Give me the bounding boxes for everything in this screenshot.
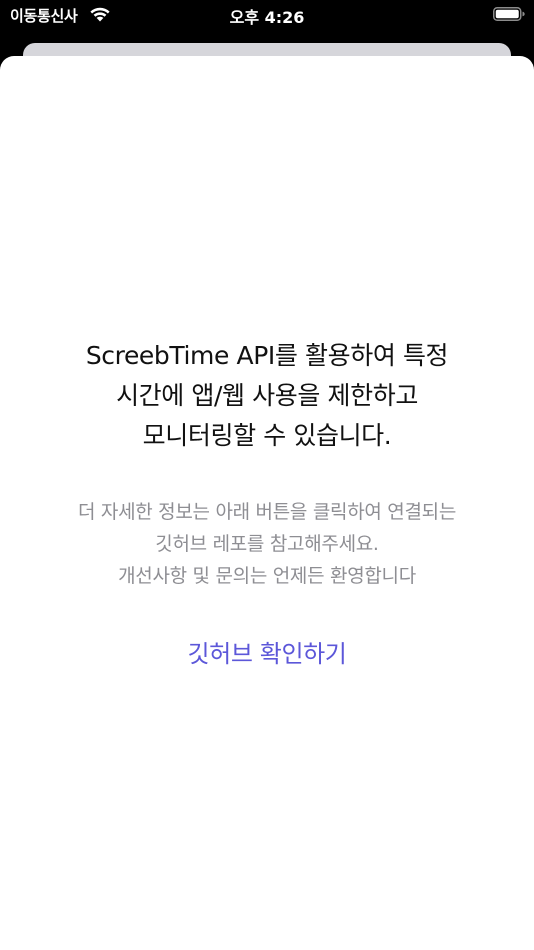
screen: 이동통신사 오후 4:26 ScreebTime API를 활용하여 특정 시간… (0, 0, 534, 950)
description-line: 깃허브 레포를 참고해주세요. (155, 533, 379, 555)
description-line: 개선사항 및 문의는 언제든 환영합니다 (118, 565, 416, 587)
modal-sheet: ScreebTime API를 활용하여 특정 시간에 앱/웹 사용을 제한하고… (0, 56, 534, 950)
github-button[interactable]: 깃허브 확인하기 (0, 634, 534, 674)
status-time: 오후 4:26 (229, 8, 305, 27)
headline-line: 시간에 앱/웹 사용을 제한하고 (116, 381, 418, 410)
headline-line: ScreebTime API를 활용하여 특정 (85, 341, 449, 370)
description: 더 자세한 정보는 아래 버튼을 클릭하여 연결되는 깃허브 레포를 참고해주세… (0, 496, 534, 592)
headline-line: 모니터링할 수 있습니다. (142, 421, 392, 450)
battery-icon (493, 7, 525, 21)
status-bar: 이동통신사 오후 4:26 (0, 0, 534, 30)
description-line: 더 자세한 정보는 아래 버튼을 클릭하여 연결되는 (77, 501, 457, 523)
headline: ScreebTime API를 활용하여 특정 시간에 앱/웹 사용을 제한하고… (0, 336, 534, 456)
